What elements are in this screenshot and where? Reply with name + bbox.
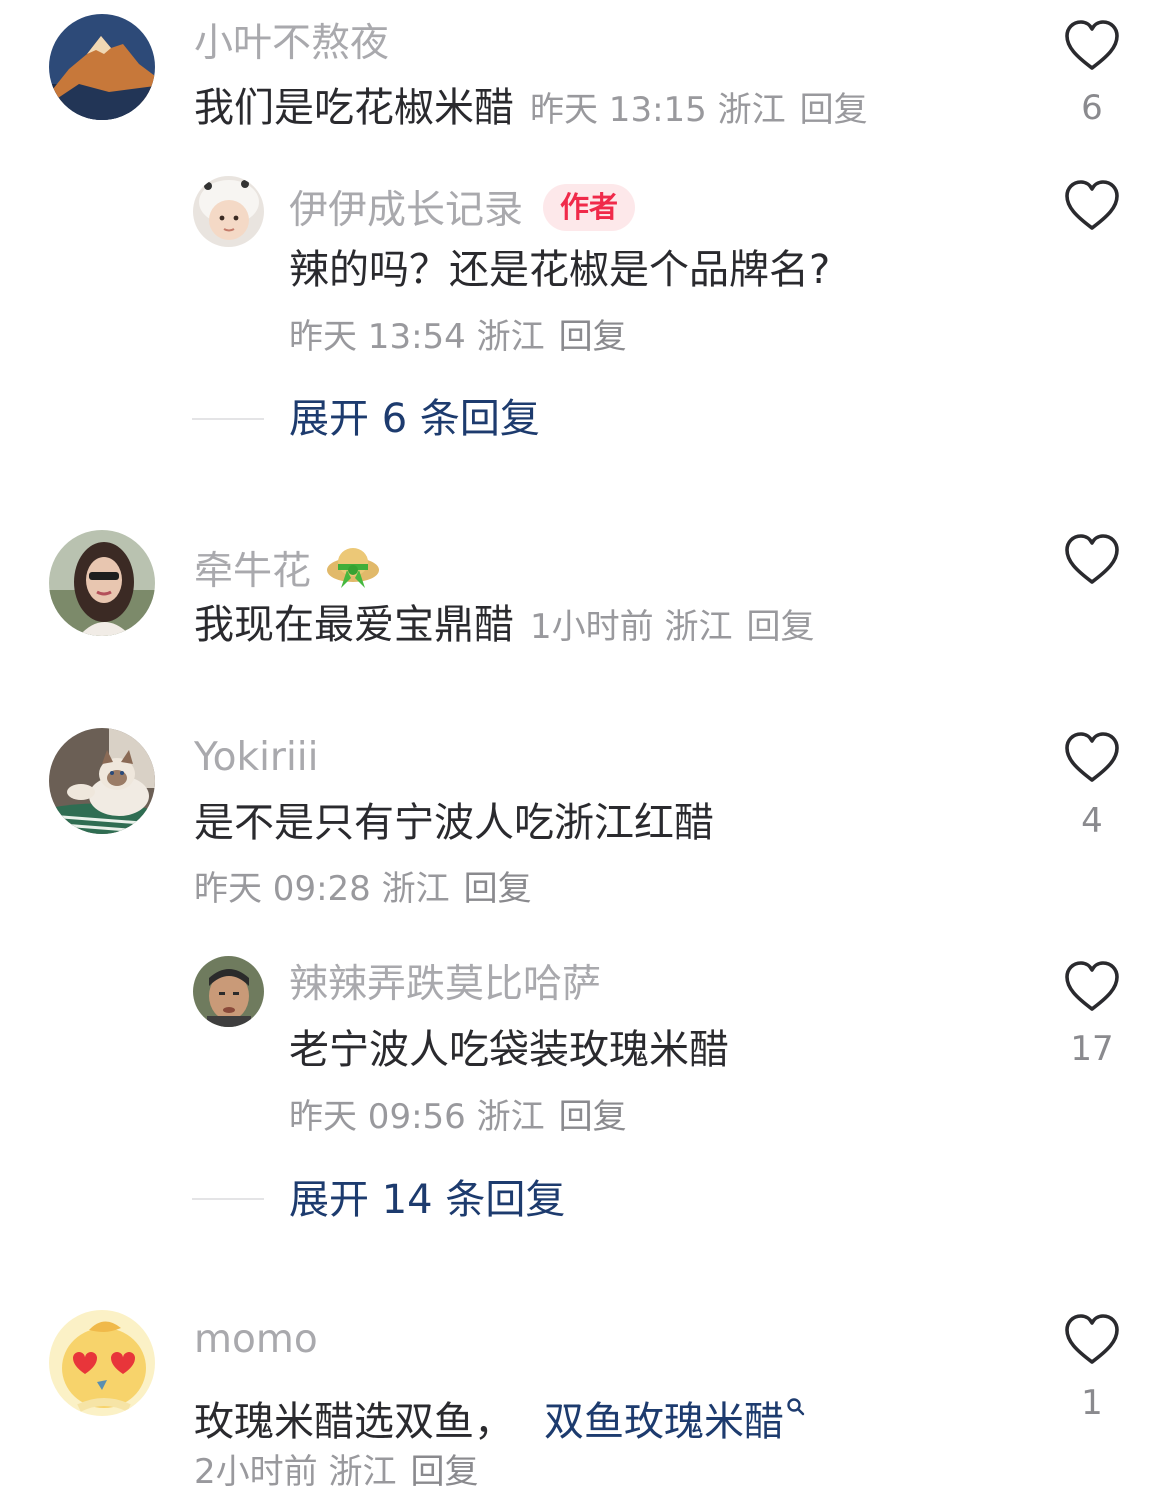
- baby-avatar-icon: [193, 176, 264, 247]
- reply-button[interactable]: 回复: [559, 317, 627, 357]
- reply-text: 辣的吗？还是花椒是个品牌名?: [289, 247, 831, 293]
- expand-divider: [192, 418, 264, 420]
- comment-body: 我现在最爱宝鼎醋: [194, 602, 514, 648]
- like-count: 17: [1070, 1029, 1114, 1069]
- avatar[interactable]: [49, 1310, 155, 1416]
- comment-meta: 2小时前 浙江 回复: [194, 1455, 478, 1489]
- expand-replies-button[interactable]: 展开 6 条回复: [289, 399, 540, 439]
- reply-username-text[interactable]: 伊伊成长记录: [289, 188, 523, 233]
- expand-replies-button[interactable]: 展开 14 条回复: [289, 1180, 565, 1220]
- comment-username[interactable]: 小叶不熬夜: [194, 24, 389, 63]
- reply-location: 浙江: [476, 317, 545, 357]
- search-link[interactable]: 双鱼玫瑰米醋: [544, 1398, 806, 1445]
- avatar[interactable]: [49, 530, 155, 636]
- search-link-text[interactable]: 双鱼玫瑰米醋: [544, 1399, 784, 1445]
- comment-text: 是不是只有宁波人吃浙江红醋: [194, 800, 714, 846]
- reply-username: 伊伊成长记录 作者: [289, 184, 636, 233]
- avatar[interactable]: [49, 728, 155, 834]
- heart-icon: [1065, 180, 1119, 230]
- comment-text: 玫瑰米醋选双鱼， 双鱼玫瑰米醋: [194, 1384, 806, 1442]
- comment-location: 浙江: [328, 1452, 397, 1492]
- reply-meta: 昨天 13:54 浙江 回复: [289, 320, 627, 354]
- reply-time: 昨天 09:56: [289, 1097, 466, 1137]
- comment-time: 1小时前: [530, 607, 654, 647]
- woman-avatar-icon: [49, 530, 155, 636]
- comment-text: 我现在最爱宝鼎醋 1小时前 浙江 回复: [194, 605, 814, 645]
- reply-username[interactable]: 辣辣弄跌莫比哈萨: [289, 965, 601, 1004]
- comment-username[interactable]: momo: [194, 1320, 318, 1359]
- comment-time: 昨天 09:28: [194, 869, 371, 909]
- reply-time: 昨天 13:54: [289, 317, 466, 357]
- comment-location: 浙江: [717, 90, 786, 130]
- comment-time: 昨天 13:15: [530, 90, 707, 130]
- reply-location: 浙江: [476, 1097, 545, 1137]
- like-button[interactable]: [1062, 728, 1122, 788]
- like-button[interactable]: [1062, 176, 1122, 236]
- like-count: 1: [1081, 1383, 1103, 1423]
- reply-text: 老宁波人吃袋装玫瑰米醋: [289, 1027, 729, 1073]
- comment-time: 2小时前: [194, 1452, 318, 1492]
- comment-meta: 昨天 09:28 浙江 回复: [194, 872, 532, 906]
- like-button[interactable]: [1062, 16, 1122, 76]
- avatar[interactable]: [193, 176, 264, 247]
- comment-text: 我们是吃花椒米醋 昨天 13:15 浙江 回复: [194, 88, 868, 128]
- expand-divider: [192, 1198, 264, 1200]
- mountain-avatar-icon: [49, 14, 155, 120]
- emoji-avatar-icon: [49, 1310, 155, 1416]
- avatar[interactable]: [49, 14, 155, 120]
- reply-button[interactable]: 回复: [464, 869, 532, 909]
- comment-username-text[interactable]: 牵牛花: [194, 549, 311, 594]
- reply-button[interactable]: 回复: [746, 607, 814, 647]
- search-icon: [786, 1384, 806, 1424]
- cat-avatar-icon: [49, 728, 155, 834]
- like-button[interactable]: [1062, 530, 1122, 590]
- heart-icon: [1065, 534, 1119, 584]
- comment-body: 玫瑰米醋选双鱼，: [194, 1399, 514, 1445]
- comment-location: 浙江: [664, 607, 733, 647]
- reply-button[interactable]: 回复: [800, 90, 868, 130]
- green-hat-icon: [325, 540, 381, 599]
- comment-body: 我们是吃花椒米醋: [194, 85, 514, 131]
- comment-username: 牵牛花: [194, 540, 381, 599]
- like-count: 4: [1081, 801, 1103, 841]
- comment-location: 浙江: [381, 869, 450, 909]
- man-avatar-icon: [193, 956, 264, 1027]
- like-button[interactable]: [1062, 957, 1122, 1017]
- author-badge: 作者: [543, 184, 636, 231]
- comment-username[interactable]: Yokiriii: [194, 738, 318, 777]
- heart-icon: [1065, 961, 1119, 1011]
- heart-icon: [1065, 20, 1119, 70]
- reply-button[interactable]: 回复: [559, 1097, 627, 1137]
- heart-icon: [1065, 1314, 1119, 1364]
- heart-icon: [1065, 732, 1119, 782]
- avatar[interactable]: [193, 956, 264, 1027]
- like-count: 6: [1081, 88, 1103, 128]
- reply-button[interactable]: 回复: [410, 1452, 478, 1492]
- reply-meta: 昨天 09:56 浙江 回复: [289, 1100, 627, 1134]
- like-button[interactable]: [1062, 1310, 1122, 1370]
